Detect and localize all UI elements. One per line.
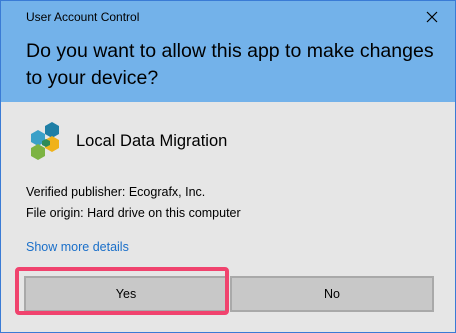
dialog-header: User Account Control Do you want to allo… bbox=[1, 1, 455, 102]
show-more-details-link[interactable]: Show more details bbox=[26, 240, 129, 254]
file-origin-text: File origin: Hard drive on this computer bbox=[26, 206, 241, 220]
uac-dialog: User Account Control Do you want to allo… bbox=[0, 0, 456, 333]
close-icon bbox=[426, 11, 438, 23]
app-name: Local Data Migration bbox=[76, 131, 228, 150]
yes-button[interactable]: Yes bbox=[24, 276, 228, 312]
prompt-question: Do you want to allow this app to make ch… bbox=[26, 40, 434, 89]
close-button[interactable] bbox=[409, 1, 455, 33]
no-button[interactable]: No bbox=[230, 276, 434, 312]
app-details: Verified publisher: Ecografx, Inc. File … bbox=[26, 182, 241, 224]
app-identity: Local Data Migration bbox=[26, 119, 227, 163]
hexagon-cluster-icon bbox=[31, 122, 59, 160]
publisher-text: Verified publisher: Ecografx, Inc. bbox=[26, 185, 206, 199]
window-title: User Account Control bbox=[26, 10, 140, 24]
